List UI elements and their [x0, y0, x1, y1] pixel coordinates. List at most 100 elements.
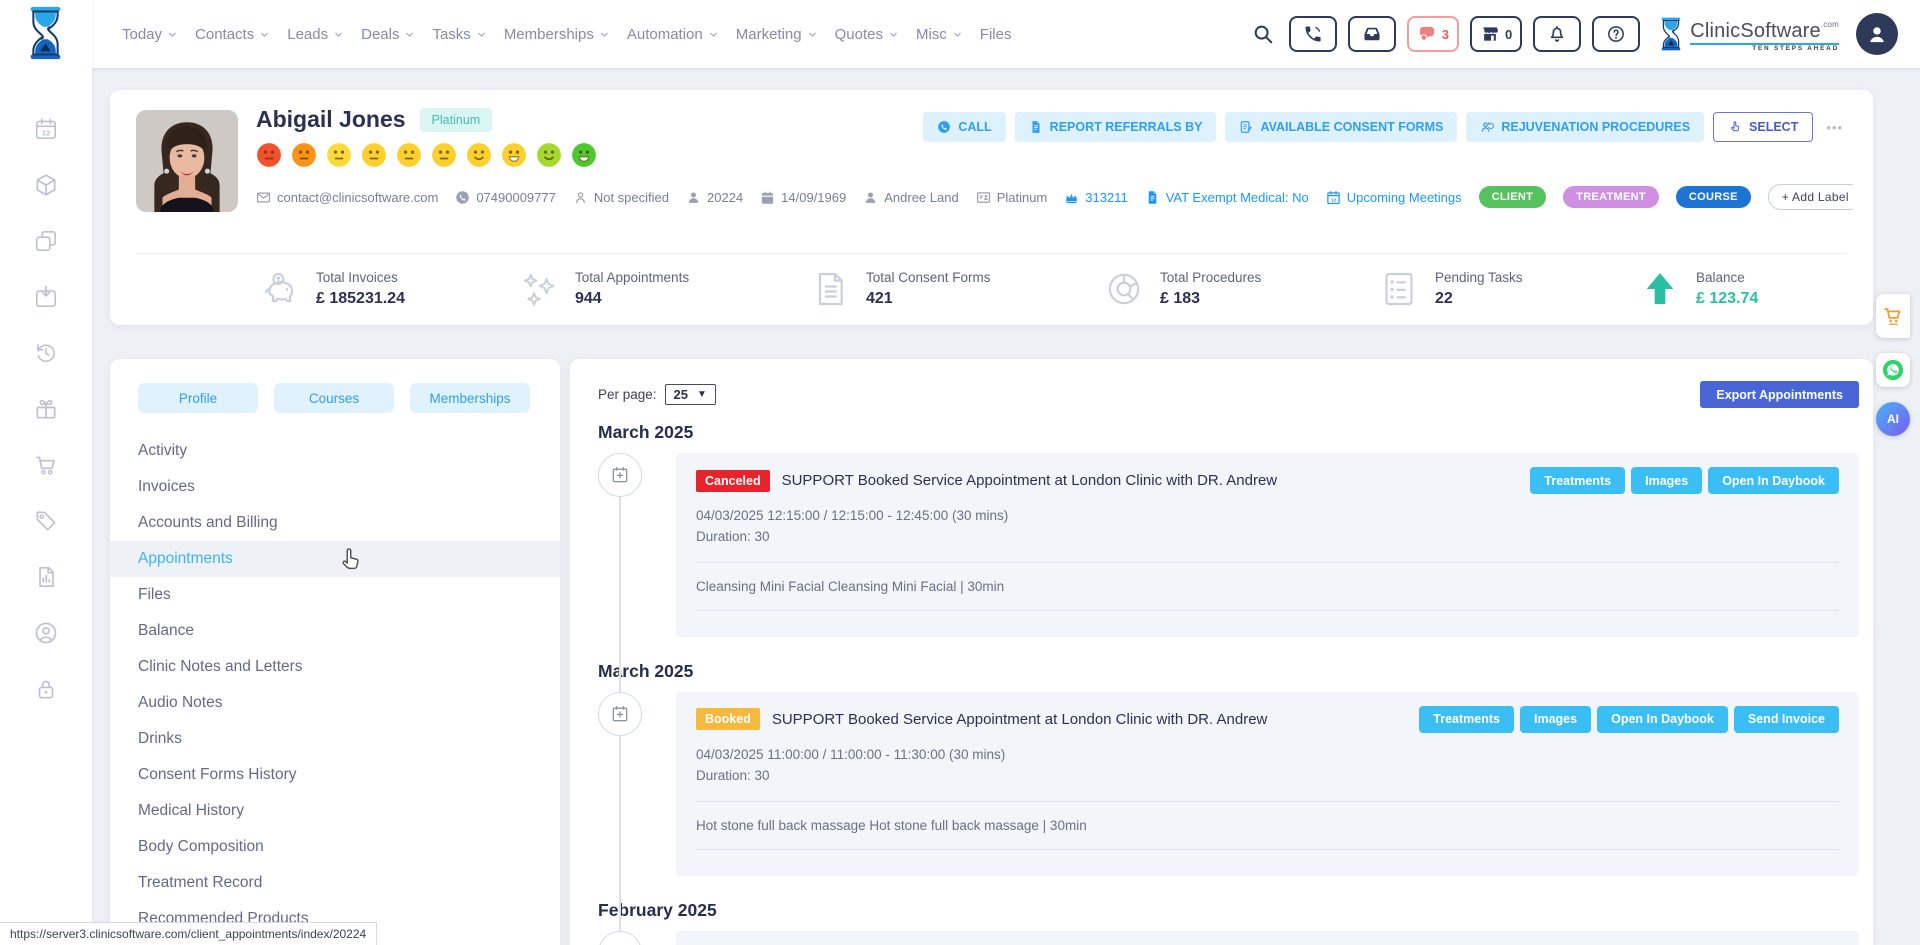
satisfaction-face-2[interactable]	[291, 142, 317, 168]
satisfaction-face-7[interactable]	[466, 142, 492, 168]
sidebar-tags-icon[interactable]	[33, 508, 59, 534]
file-icon	[1145, 190, 1160, 205]
nav-item-label: Tasks	[432, 26, 470, 43]
sidebar-calendar-in-icon[interactable]	[33, 284, 59, 310]
satisfaction-face-6[interactable]	[431, 142, 457, 168]
available-consent-forms-button[interactable]: AVAILABLE CONSENT FORMS	[1225, 112, 1457, 142]
sidebar-item-files[interactable]: Files	[110, 577, 560, 613]
nav-item-leads[interactable]: Leads	[287, 26, 344, 43]
nav-item-memberships[interactable]: Memberships	[504, 26, 610, 43]
contact-07490009777[interactable]: 07490009777	[455, 190, 556, 205]
sidebar-package-icon[interactable]	[33, 172, 59, 198]
sidebar-item-drinks[interactable]: Drinks	[110, 721, 560, 757]
sidebar-item-body-composition[interactable]: Body Composition	[110, 829, 560, 865]
sidebar-calendar-12-icon[interactable]: 12	[33, 116, 59, 142]
satisfaction-face-3[interactable]	[326, 142, 352, 168]
appointment-card: CanceledSUPPORT Booked Service Appointme…	[676, 453, 1859, 637]
chevron-down-icon: ▼	[697, 389, 707, 400]
open-in-daybook-button[interactable]: Open In Daybook	[1597, 706, 1728, 733]
sidebar-item-activity[interactable]: Activity	[110, 433, 560, 469]
sidebar-item-invoices[interactable]: Invoices	[110, 469, 560, 505]
send-invoice-button[interactable]: Send Invoice	[1734, 706, 1839, 733]
satisfaction-face-5[interactable]	[396, 142, 422, 168]
export-appointments-button[interactable]: Export Appointments	[1700, 381, 1859, 408]
sidebar-lock-icon[interactable]	[33, 676, 59, 702]
sidebar-cart-icon[interactable]	[33, 452, 59, 478]
stats-row: Total Invoices£ 185231.24Total Appointme…	[260, 269, 1843, 309]
contact-vat-exempt-medical-no[interactable]: VAT Exempt Medical: No	[1145, 190, 1309, 205]
sidebar-gift-icon[interactable]	[33, 396, 59, 422]
per-page-select[interactable]: 25 ▼	[665, 384, 716, 405]
action-buttons: CALL REPORT REFERRALS BY AVAILABLE CONSENT…	[923, 112, 1847, 142]
per-page-label: Per page:	[598, 387, 657, 402]
sidebar-item-treatment-record[interactable]: Treatment Record	[110, 865, 560, 901]
nav-item-deals[interactable]: Deals	[361, 26, 415, 43]
store-icon	[1480, 24, 1500, 44]
appointment-card: BookedSUPPORT Booked Service Appointment…	[676, 692, 1859, 876]
label-course: COURSE	[1676, 186, 1751, 208]
nav-item-label: Automation	[627, 26, 703, 43]
images-button[interactable]: Images	[1520, 706, 1591, 733]
phone-button[interactable]	[1289, 16, 1337, 52]
sidebar-item-appointments[interactable]: Appointments	[110, 541, 560, 577]
nav-item-files[interactable]: Files	[980, 26, 1012, 43]
divider	[136, 253, 1847, 254]
select-button[interactable]: SELECT	[1713, 112, 1813, 142]
contact-contact-clinicsoftware-com[interactable]: contact@clinicsoftware.com	[256, 190, 438, 205]
calendar-plus-icon	[598, 692, 642, 736]
whatsapp-fab[interactable]	[1876, 353, 1910, 387]
images-button[interactable]: Images	[1631, 467, 1702, 494]
open-in-daybook-button[interactable]: Open In Daybook	[1708, 467, 1839, 494]
store-button[interactable]: 0	[1470, 16, 1522, 52]
add-label-button[interactable]: + Add Label	[1768, 184, 1853, 210]
tab-profile[interactable]: Profile	[138, 383, 258, 413]
nav-item-tasks[interactable]: Tasks	[432, 26, 486, 43]
ai-fab[interactable]: AI	[1876, 402, 1910, 436]
chevron-down-icon	[708, 29, 719, 40]
satisfaction-face-10[interactable]	[571, 142, 597, 168]
search-icon[interactable]	[1252, 23, 1274, 45]
sidebar-item-clinic-notes-and-letters[interactable]: Clinic Notes and Letters	[110, 649, 560, 685]
rejuvenation-procedures-button[interactable]: REJUVENATION PROCEDURES	[1466, 112, 1704, 142]
nav-item-marketing[interactable]: Marketing	[736, 26, 818, 43]
report-referrals-by-button[interactable]: REPORT REFERRALS BY	[1015, 112, 1217, 142]
nav-item-automation[interactable]: Automation	[627, 26, 719, 43]
user-avatar[interactable]	[1856, 13, 1898, 55]
call-button[interactable]: CALL	[923, 112, 1005, 142]
help-button[interactable]	[1592, 16, 1640, 52]
treatments-button[interactable]: Treatments	[1530, 467, 1625, 494]
contact-313211[interactable]: 313211	[1064, 190, 1127, 205]
sidebar-item-medical-history[interactable]: Medical History	[110, 793, 560, 829]
chat-button[interactable]: 3	[1407, 16, 1459, 52]
inbox-button[interactable]	[1348, 16, 1396, 52]
sidebar-item-balance[interactable]: Balance	[110, 613, 560, 649]
contact-upcoming-meetings[interactable]: 12Upcoming Meetings	[1326, 190, 1462, 205]
sidebar-item-accounts-and-billing[interactable]: Accounts and Billing	[110, 505, 560, 541]
app-logo-icon[interactable]	[23, 5, 68, 61]
left-rail: 12	[0, 0, 92, 945]
satisfaction-face-1[interactable]	[256, 142, 282, 168]
sidebar-copy-icon[interactable]	[33, 228, 59, 254]
nav-item-today[interactable]: Today	[122, 26, 178, 43]
nav-item-quotes[interactable]: Quotes	[835, 26, 899, 43]
sidebar-account-icon[interactable]	[33, 620, 59, 646]
satisfaction-face-8[interactable]	[501, 142, 527, 168]
satisfaction-face-4[interactable]	[361, 142, 387, 168]
treatments-button[interactable]: Treatments	[1419, 706, 1514, 733]
tab-courses[interactable]: Courses	[274, 383, 394, 413]
client-name: Abigail Jones	[256, 106, 406, 133]
brand-logo[interactable]: ClinicSoftware.com TEN STEPS AHEAD	[1657, 16, 1839, 52]
sidebar-report-icon[interactable]	[33, 564, 59, 590]
cart-fab[interactable]	[1876, 294, 1910, 338]
nav-item-contacts[interactable]: Contacts	[195, 26, 270, 43]
stat-total-procedures: Total Procedures£ 183	[1104, 269, 1379, 309]
sidebar-item-audio-notes[interactable]: Audio Notes	[110, 685, 560, 721]
sidebar-item-consent-forms-history[interactable]: Consent Forms History	[110, 757, 560, 793]
sidebar-history-icon[interactable]	[33, 340, 59, 366]
tab-memberships[interactable]: Memberships	[410, 383, 530, 413]
bell-button[interactable]	[1533, 16, 1581, 52]
nav-item-misc[interactable]: Misc	[916, 26, 963, 43]
chat-badge: 3	[1442, 27, 1449, 42]
more-options-button[interactable]: •••	[1822, 120, 1847, 135]
satisfaction-face-9[interactable]	[536, 142, 562, 168]
